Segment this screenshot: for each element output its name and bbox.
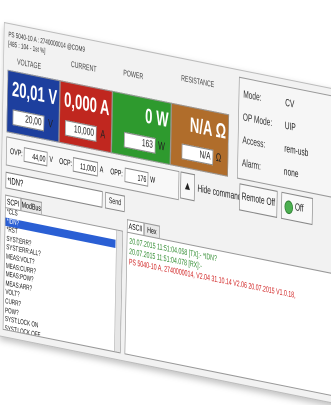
alarm-value: none (283, 166, 299, 181)
voltage-unit: V (47, 117, 54, 132)
resistance-label: RESISTANCE (181, 73, 215, 90)
ovp-input[interactable]: 44,00 (23, 147, 48, 167)
access-value: rem-usb (284, 143, 309, 160)
status-panel: Mode: CV OP Mode: UIP Access: rem-usb Al… (237, 76, 331, 200)
power-readout: 0 W (144, 104, 169, 133)
output-toggle-button[interactable]: Off (280, 191, 313, 226)
list-scrollbar[interactable] (114, 230, 123, 353)
send-button[interactable]: Send (104, 191, 125, 213)
access-label: Access: (242, 134, 266, 151)
voltage-label: VOLTAGE (16, 57, 42, 72)
ovp-unit: V (49, 154, 53, 165)
power-setpoint[interactable]: 163 (123, 131, 156, 154)
off-label: Off (294, 201, 304, 215)
ovp-label: OVP: (9, 146, 23, 159)
alarm-label: Alarm: (241, 157, 261, 173)
opp-unit: W (150, 174, 156, 186)
hide-command-label[interactable]: Hide command (197, 183, 241, 203)
voltage-panel: 20,01 V 20,00 V (6, 69, 61, 143)
current-label: CURRENT (70, 59, 97, 75)
collapse-chevron-icon[interactable]: ⯅ (180, 171, 196, 202)
resistance-panel: N/A Ω N/A Ω (170, 102, 230, 177)
opmode-value: UIP (284, 120, 296, 135)
command-list[interactable]: *CLS *IDN? *RST SYST:ERR? SYST:ERR:ALL? MEAS:… (2, 207, 123, 354)
mode-label: Mode: (243, 89, 262, 105)
ocp-unit: A (99, 164, 104, 175)
opp-label: OPP: (110, 166, 123, 179)
current-panel: 0,000 A 10,000 A (58, 80, 113, 154)
power-label: POWER (123, 67, 144, 82)
current-readout: 0,000 A (63, 88, 110, 121)
mode-value: CV (285, 97, 295, 111)
remote-off-button[interactable]: Remote Off (239, 183, 278, 218)
current-unit: A (100, 128, 106, 142)
status-led-icon (284, 199, 294, 215)
opmode-label: OP Mode: (242, 111, 273, 130)
current-setpoint[interactable]: 10,000 (64, 119, 97, 142)
voltage-setpoint[interactable]: 20,00 (12, 109, 45, 132)
resistance-setpoint[interactable]: N/A (181, 143, 214, 166)
voltage-readout: 20,01 V (11, 77, 58, 110)
power-unit: W (157, 139, 166, 154)
power-panel: 0 W 163 W (111, 90, 172, 166)
opp-input[interactable]: 176 (124, 167, 149, 187)
list-item[interactable]: SYST:LOCK OFF (3, 351, 113, 353)
resistance-unit: Ω (215, 151, 222, 165)
ocp-label: OCP: (59, 156, 73, 169)
app-window: PS 5040-10 A : 2740000014 @COM9 [485 : 1… (0, 22, 331, 405)
resistance-readout: N/A Ω (189, 113, 227, 144)
log-panel: 20.07.2015 11:51:04.058 [TX]:- *IDN? 20.0… (124, 231, 331, 397)
ocp-input[interactable]: 11,000 (72, 157, 98, 177)
